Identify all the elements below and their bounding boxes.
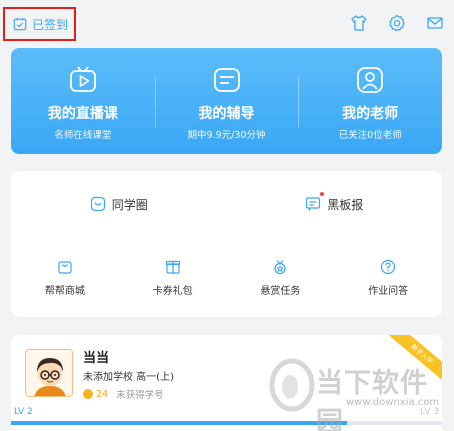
classmate-circle-button[interactable]: 同学圈 — [11, 189, 227, 219]
checkin-button[interactable]: 已签到 — [3, 7, 76, 41]
featured-title: 我的老师 — [342, 106, 399, 122]
homework-qa-button[interactable]: 作业问答 — [334, 259, 442, 303]
featured-subtitle: 已关注0位老师 — [338, 130, 402, 141]
featured-subtitle: 期中9.9元/30分钟 — [187, 130, 266, 141]
menu-label: 卡券礼包 — [152, 286, 193, 297]
menu-label: 悬赏任务 — [260, 286, 301, 297]
menu-label: 作业问答 — [368, 286, 409, 297]
coin-icon — [83, 389, 93, 399]
menu-label: 帮帮商城 — [44, 286, 85, 297]
level-progress-bar — [11, 421, 442, 425]
profile-meta: 24 未获得学号 — [83, 387, 164, 401]
teacher-person-icon — [357, 67, 384, 93]
profile-card[interactable]: 当当 未添加学校 高一(上) 24 未获得学号 新手入学 LV 2 LV 3 — [11, 335, 442, 431]
shop-button[interactable]: 帮帮商城 — [11, 259, 119, 303]
gear-icon[interactable] — [388, 14, 406, 32]
coupons-button[interactable]: 卡券礼包 — [119, 259, 227, 303]
question-icon — [381, 259, 396, 275]
menu-card: 同学圈 黑板报 帮帮商城 卡券礼包 悬赏任务 作业问答 — [11, 171, 442, 317]
profile-school[interactable]: 未添加学校 高一(上) — [83, 368, 174, 383]
classmate-circle-icon — [90, 196, 105, 212]
coin-count: 24 — [96, 388, 109, 400]
reward-tasks-button[interactable]: 悬赏任务 — [227, 259, 335, 303]
cartoon-boy-avatar-icon — [26, 350, 72, 396]
tutor-chat-icon — [213, 68, 240, 92]
featured-title: 我的直播课 — [47, 106, 118, 122]
notification-dot — [320, 192, 325, 196]
shop-bag-icon — [58, 261, 72, 274]
my-live-courses-button[interactable]: 我的直播课 名师在线课堂 — [11, 48, 155, 154]
featured-title: 我的辅导 — [198, 106, 255, 122]
tshirt-icon[interactable] — [350, 14, 368, 32]
newbie-ribbon: 新手入学 — [386, 335, 442, 386]
blackboard-button[interactable]: 黑板报 — [227, 189, 443, 219]
blackboard-icon — [306, 197, 321, 212]
profile-name: 当当 — [83, 351, 110, 366]
play-tv-icon — [69, 66, 96, 92]
my-tutoring-button[interactable]: 我的辅导 期中9.9元/30分钟 — [154, 48, 299, 154]
my-teachers-button[interactable]: 我的老师 已关注0位老师 — [298, 48, 442, 154]
level-current: LV 2 — [14, 407, 33, 417]
reward-medal-icon — [274, 260, 286, 275]
level-progress-fill — [11, 421, 348, 425]
top-bar: 已签到 — [0, 0, 454, 44]
level-next: LV 3 — [420, 407, 439, 417]
student-id: 未获得学号 — [116, 390, 164, 401]
gift-box-icon — [165, 260, 180, 274]
avatar[interactable] — [25, 349, 73, 397]
calendar-check-icon — [13, 17, 27, 31]
menu-label: 同学圈 — [111, 197, 148, 212]
featured-card: 我的直播课 名师在线课堂 我的辅导 期中9.9元/30分钟 我的老师 已关注0位… — [11, 48, 442, 154]
checkin-label: 已签到 — [32, 17, 69, 32]
mail-icon[interactable] — [426, 14, 444, 32]
menu-label: 黑板报 — [327, 197, 364, 212]
featured-subtitle: 名师在线课堂 — [54, 130, 112, 141]
